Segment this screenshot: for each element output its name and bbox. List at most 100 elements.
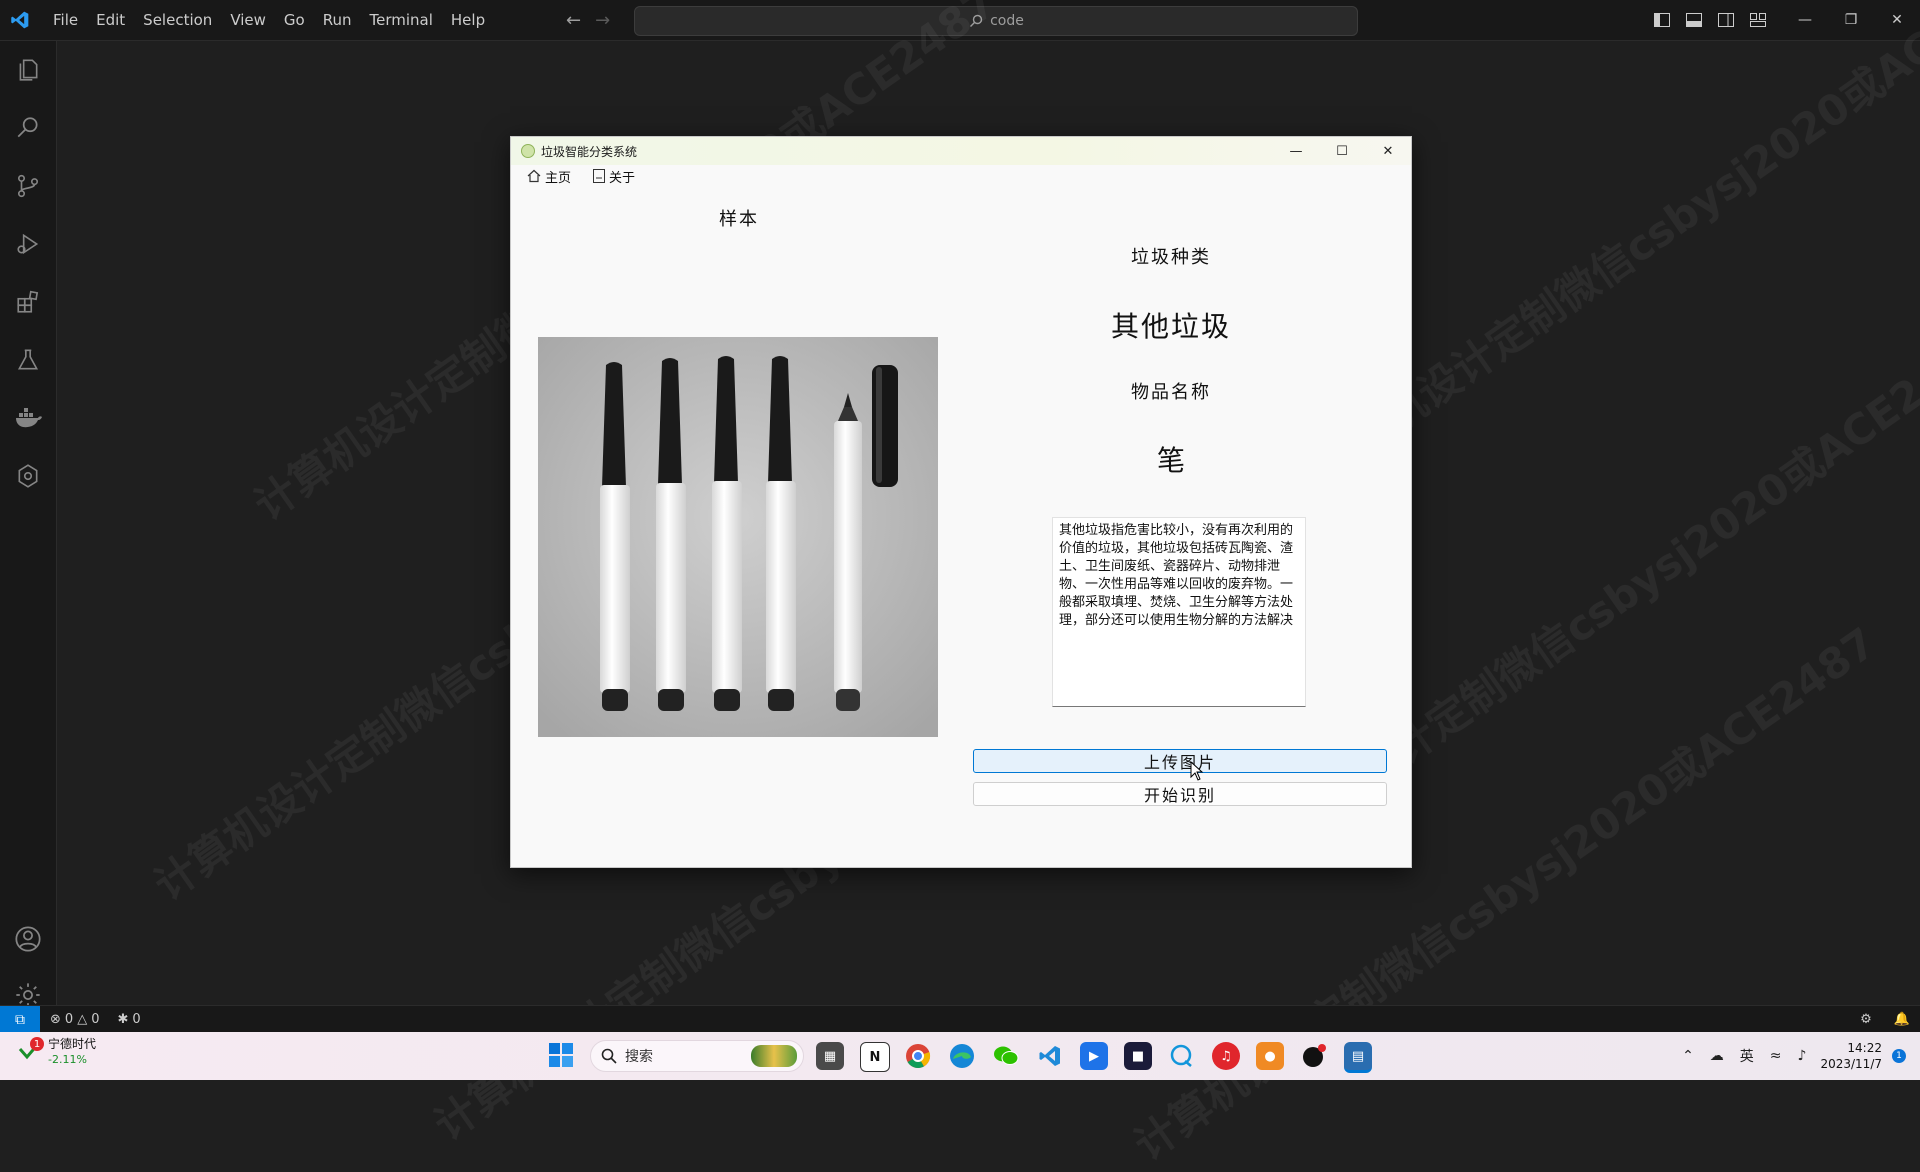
app-close-icon[interactable]: ✕ — [1365, 137, 1411, 165]
status-right: ⚙ 🔔 — [1860, 1006, 1910, 1033]
taskbar-edge-icon[interactable] — [948, 1042, 976, 1070]
stock-badge: 1 — [30, 1037, 44, 1051]
system-tray: ⌃ ☁ 英 ≈ ♪ 14:22 2023/11/7 1 — [1674, 1032, 1920, 1080]
onedrive-cloud-icon[interactable]: ☁ — [1710, 1048, 1724, 1064]
taskbar-app-black-icon[interactable] — [1300, 1042, 1328, 1070]
menu-run[interactable]: Run — [314, 0, 361, 40]
app-window-controls: — ☐ ✕ — [1273, 137, 1411, 165]
clock[interactable]: 14:22 2023/11/7 — [1820, 1040, 1882, 1072]
run-debug-icon[interactable] — [0, 220, 56, 268]
search-icon — [970, 14, 983, 27]
copilot-icon[interactable]: ⚙ — [1860, 1012, 1872, 1027]
taskbar-file-explorer-icon[interactable]: ▦ — [816, 1042, 844, 1070]
menu-terminal[interactable]: Terminal — [361, 0, 442, 40]
tab-home-label: 主页 — [545, 170, 572, 186]
taskbar-app-orange-icon[interactable]: ● — [1256, 1042, 1284, 1070]
menu-view[interactable]: View — [221, 0, 275, 40]
menu-edit[interactable]: Edit — [87, 0, 134, 40]
windows-taskbar: 1 宁德时代 -2.11% 搜索 ▦ N ▶ ■ ♫ ● ▤ ⌃ ☁ 英 ≈ ♪… — [0, 1032, 1920, 1080]
taskbar-feishu-icon[interactable]: ▶ — [1080, 1042, 1108, 1070]
taskbar-jetbrains-icon[interactable]: ■ — [1124, 1042, 1152, 1070]
start-recognition-button[interactable]: 开始识别 — [973, 782, 1387, 806]
taskbar-python-app-icon[interactable]: ▤ — [1344, 1042, 1372, 1073]
upload-image-button[interactable]: 上传图片 — [973, 749, 1387, 773]
app-tabs: 主页 关于 — [511, 165, 1411, 187]
back-arrow-icon[interactable]: ← — [566, 10, 581, 31]
explorer-icon[interactable] — [0, 46, 56, 94]
nav-arrows: ← → — [566, 0, 610, 40]
tab-home[interactable]: 主页 — [521, 165, 577, 187]
testing-flask-icon[interactable] — [0, 336, 56, 384]
remote-indicator-icon[interactable]: ⧉ — [0, 1006, 40, 1033]
activity-bar — [0, 41, 57, 1007]
taskbar-chrome-icon[interactable] — [904, 1042, 932, 1070]
ports-count: 0 — [132, 1012, 141, 1027]
tab-about[interactable]: 关于 — [587, 165, 641, 187]
vscode-logo-icon — [0, 0, 40, 40]
restore-icon[interactable]: ❐ — [1828, 0, 1874, 40]
taskbar-search-box[interactable]: 搜索 — [590, 1040, 804, 1072]
description-textbox[interactable]: 其他垃圾指危害比较小，没有再次利用的价值的垃圾，其他垃圾包括砖瓦陶瓷、渣土、卫生… — [1052, 517, 1306, 707]
app-minimize-icon[interactable]: — — [1273, 137, 1319, 165]
search-icon — [601, 1048, 617, 1064]
search-highlight-image — [751, 1045, 797, 1067]
taskbar-vscode-icon[interactable] — [1036, 1042, 1064, 1070]
stock-name: 宁德时代 — [48, 1037, 97, 1051]
app-home-page: 样本 垃圾种类 其他垃圾 物品名称 笔 其他垃圾指危害比较小，没有再次利用的价值… — [511, 187, 1411, 867]
remote-explorer-icon[interactable] — [0, 452, 56, 500]
volume-icon[interactable]: ♪ — [1798, 1048, 1807, 1064]
error-count: 0 — [64, 1012, 74, 1027]
app-titlebar: 垃圾智能分类系统 — ☐ ✕ — [511, 137, 1411, 165]
home-icon — [527, 169, 541, 183]
problems-status[interactable]: ⊗ 0 △ 0 — [50, 1012, 99, 1027]
ime-indicator[interactable]: 英 — [1740, 1046, 1754, 1066]
menu-bar: File Edit Selection View Go Run Terminal… — [44, 0, 494, 40]
garbage-classifier-window: 垃圾智能分类系统 — ☐ ✕ 主页 关于 样本 垃圾种类 其他垃圾 物品名称 笔… — [510, 136, 1412, 868]
menu-file[interactable]: File — [44, 0, 87, 40]
error-icon: ⊗ — [50, 1012, 61, 1027]
search-view-icon[interactable] — [0, 104, 56, 152]
command-center[interactable]: code — [634, 6, 1358, 36]
source-control-icon[interactable] — [0, 162, 56, 210]
taskbar-notion-icon[interactable]: N — [860, 1042, 890, 1072]
extensions-icon[interactable] — [0, 278, 56, 326]
notification-count-badge[interactable]: 1 — [1892, 1049, 1906, 1063]
forward-arrow-icon[interactable]: → — [595, 10, 610, 31]
tray-expand-icon[interactable]: ⌃ — [1682, 1048, 1694, 1064]
stock-widget[interactable]: 1 宁德时代 -2.11% — [18, 1037, 96, 1067]
docker-icon[interactable] — [0, 394, 56, 442]
menu-selection[interactable]: Selection — [134, 0, 221, 40]
titlebar-right: — ❐ ✕ — [1646, 0, 1920, 40]
taskbar-netease-music-icon[interactable]: ♫ — [1212, 1042, 1240, 1070]
wifi-icon[interactable]: ≈ — [1770, 1048, 1782, 1064]
taskbar-wechat-icon[interactable] — [992, 1042, 1020, 1070]
category-label: 垃圾种类 — [1131, 247, 1211, 268]
toggle-secondary-sidebar-icon[interactable] — [1710, 0, 1742, 40]
menu-go[interactable]: Go — [275, 0, 314, 40]
notifications-bell-icon[interactable]: 🔔 — [1894, 1012, 1910, 1027]
close-icon[interactable]: ✕ — [1874, 0, 1920, 40]
ports-status[interactable]: ✱ 0 — [117, 1012, 140, 1027]
customize-layout-icon[interactable] — [1742, 0, 1774, 40]
taskbar-search-placeholder: 搜索 — [625, 1049, 653, 1065]
toggle-panel-icon[interactable] — [1678, 0, 1710, 40]
clock-time: 14:22 — [1847, 1041, 1882, 1055]
item-name-value: 笔 — [1156, 444, 1185, 477]
app-maximize-icon[interactable]: ☐ — [1319, 137, 1365, 165]
toggle-sidebar-icon[interactable] — [1646, 0, 1678, 40]
ports-antenna-icon: ✱ — [117, 1012, 129, 1027]
sample-label: 样本 — [719, 209, 759, 230]
start-windows-icon[interactable] — [548, 1042, 576, 1070]
command-center-text: code — [990, 13, 1024, 29]
warning-count: 0 — [91, 1012, 100, 1027]
accounts-icon[interactable] — [0, 915, 56, 963]
app-logo-icon — [521, 144, 535, 158]
mouse-cursor-icon — [1190, 761, 1204, 781]
menu-help[interactable]: Help — [442, 0, 494, 40]
tab-about-label: 关于 — [609, 170, 636, 186]
stock-change: -2.11% — [48, 1053, 87, 1066]
taskbar-qq-icon[interactable] — [1168, 1042, 1196, 1070]
minimize-icon[interactable]: — — [1782, 0, 1828, 40]
item-name-label: 物品名称 — [1131, 382, 1211, 403]
category-value: 其他垃圾 — [1110, 310, 1231, 343]
